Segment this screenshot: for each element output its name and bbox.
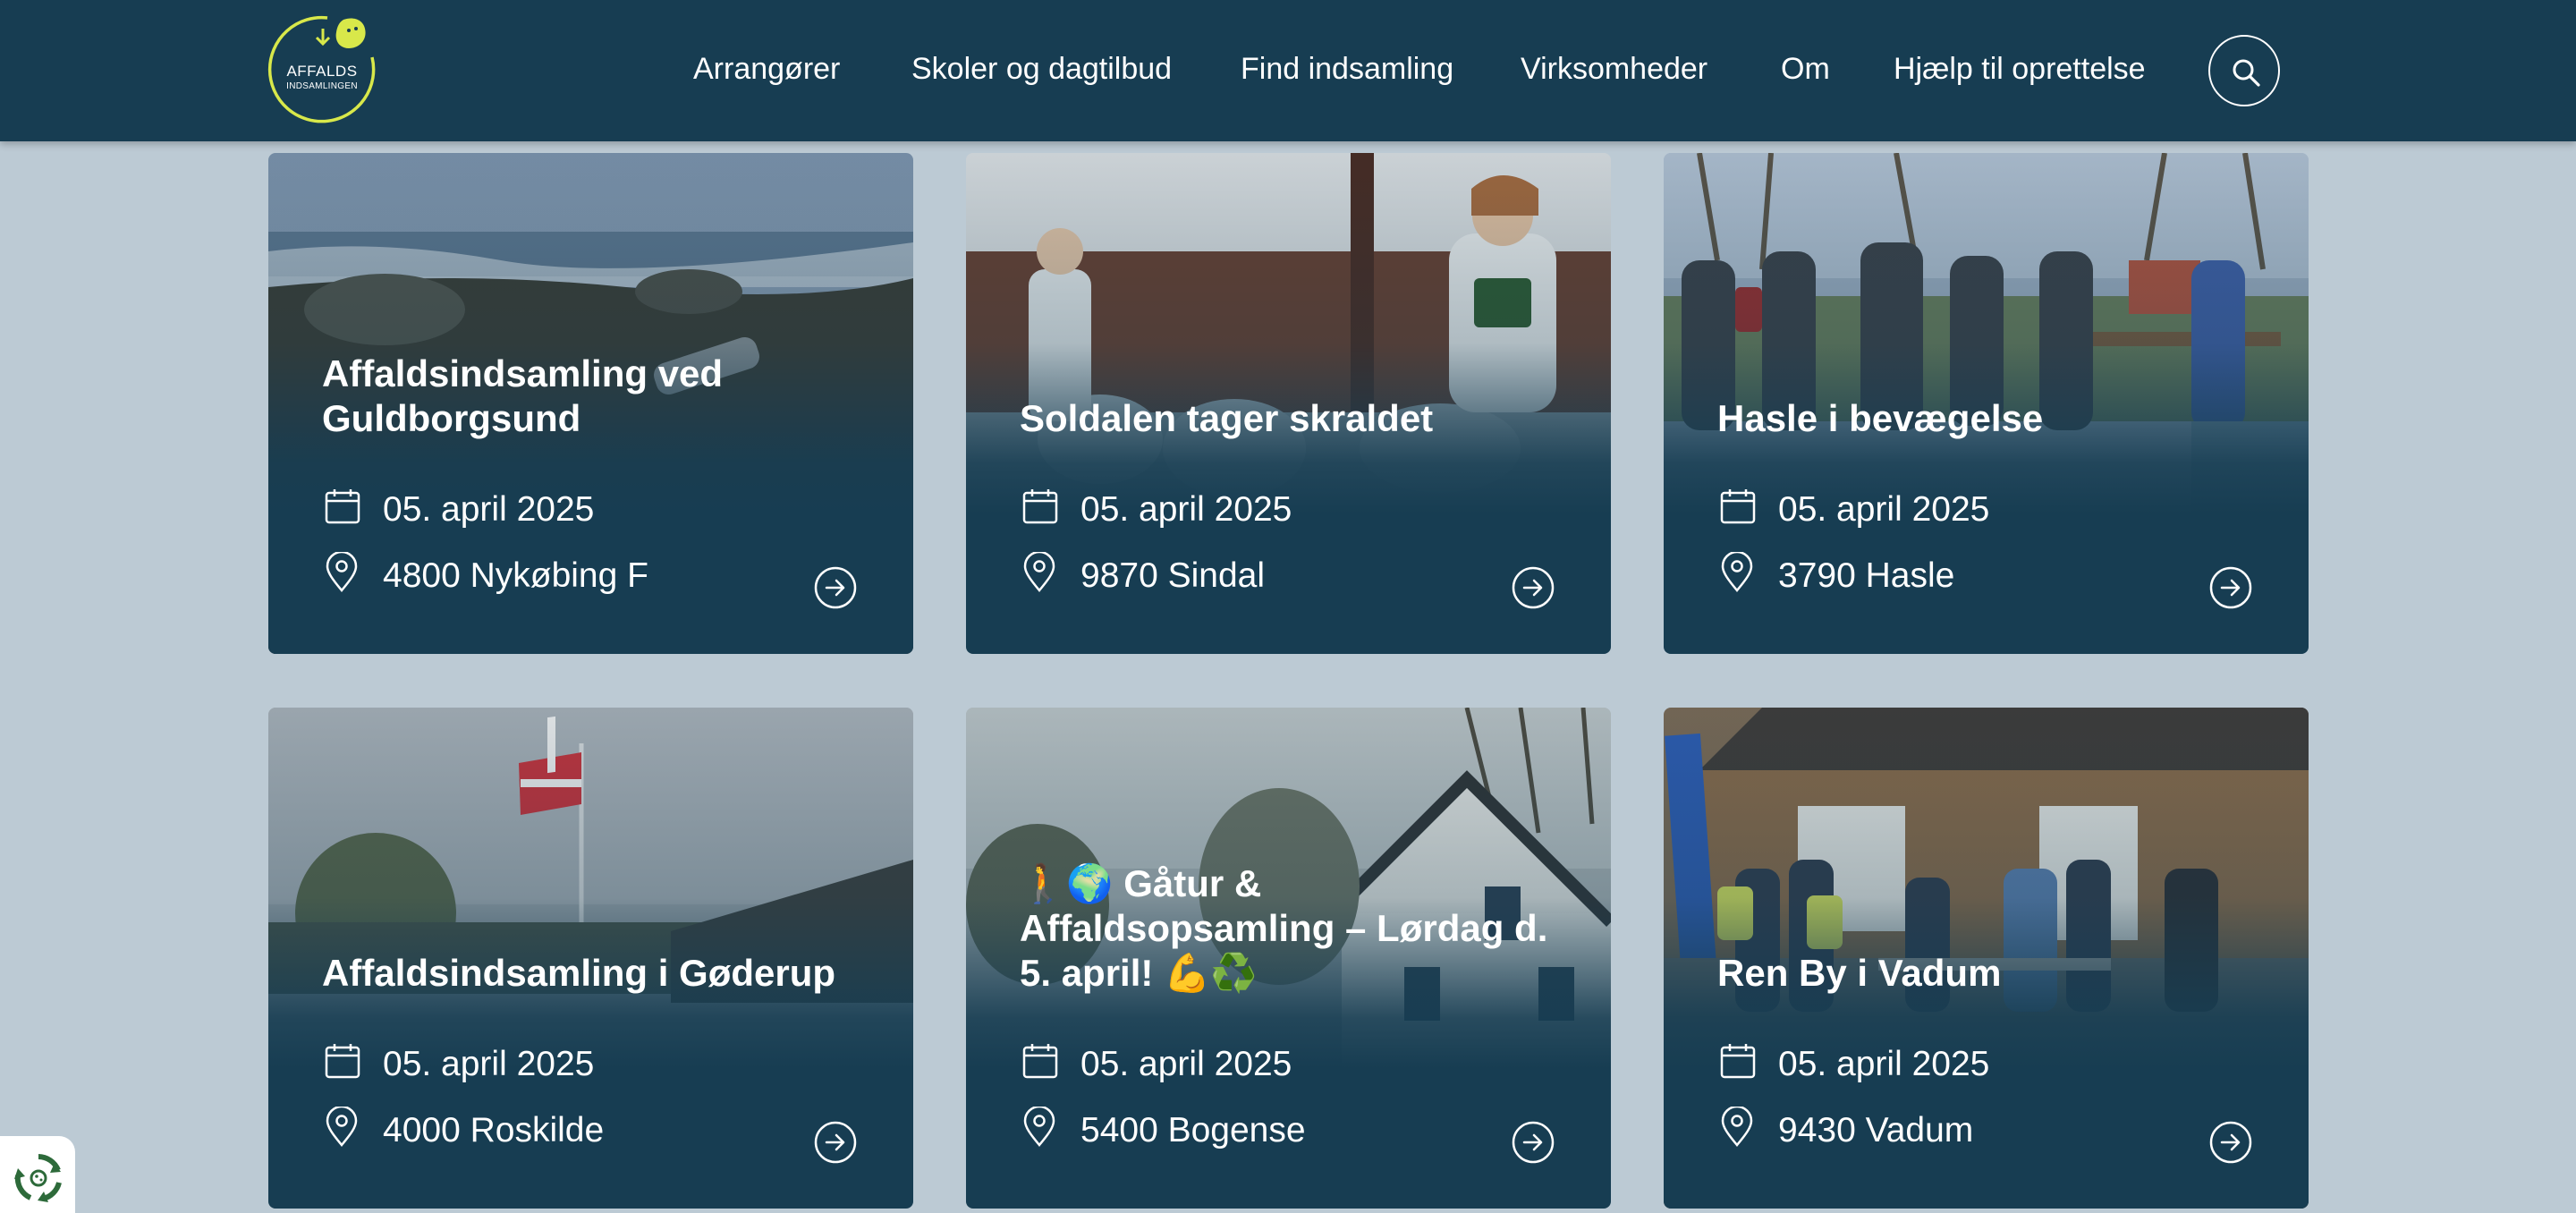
- arrow-circle-right-icon[interactable]: [1512, 566, 1555, 609]
- search-icon: [2233, 59, 2260, 87]
- nav-item-om[interactable]: Om: [1781, 52, 1830, 87]
- event-location: 5400 Bogense: [1080, 1111, 1306, 1149]
- map-pin-icon: [1721, 1107, 1753, 1147]
- event-date: 05. april 2025: [1080, 1045, 1292, 1083]
- calendar-icon: [325, 489, 360, 524]
- event-card[interactable]: Soldalen tager skraldet 05. april 2025 9…: [966, 153, 1611, 654]
- calendar-icon: [1022, 1044, 1058, 1079]
- map-pin-icon: [1023, 552, 1055, 592]
- nav-item-virksomheder[interactable]: Virksomheder: [1521, 52, 1707, 87]
- event-title: Hasle i bevægelse: [1717, 397, 2044, 439]
- nav-item-arrangorer[interactable]: Arrangører: [693, 52, 840, 87]
- event-card[interactable]: 🚶🌍 Gåtur & Affaldsopsamling – Lørdag d. …: [966, 708, 1611, 1209]
- event-title: Soldalen tager skraldet: [1020, 397, 1434, 439]
- event-title: Affaldsindsamling i Gøderup: [322, 952, 836, 994]
- event-date: 05. april 2025: [1778, 1045, 1990, 1083]
- calendar-icon: [325, 1044, 360, 1079]
- event-date: 05. april 2025: [383, 1045, 595, 1083]
- cookie-settings-widget[interactable]: [0, 1136, 75, 1213]
- arrow-circle-right-icon[interactable]: [2209, 566, 2252, 609]
- event-title: Ren By i Vadum: [1717, 952, 2002, 994]
- map-pin-icon: [326, 1107, 358, 1147]
- event-card[interactable]: Affaldsindsamling ved Guldborgsund 05. a…: [268, 153, 913, 654]
- top-navigation-bar: AFFALDS INDSAMLINGEN Arrangører Skoler o…: [0, 0, 2576, 141]
- event-card[interactable]: Ren By i Vadum 05. april 2025 9430 Vadum: [1664, 708, 2309, 1209]
- arrow-circle-right-icon[interactable]: [1512, 1121, 1555, 1164]
- map-pin-icon: [1023, 1107, 1055, 1147]
- event-title: Affaldsindsamling ved Guldborgsund: [322, 352, 724, 439]
- recycle-icon: [14, 1154, 62, 1202]
- nav-item-skoler-og-dagtilbud[interactable]: Skoler og dagtilbud: [911, 52, 1172, 87]
- event-location: 4000 Roskilde: [383, 1111, 605, 1149]
- event-location: 9430 Vadum: [1778, 1111, 1974, 1149]
- nav-item-hjaelp-til-oprettelse[interactable]: Hjælp til oprettelse: [1894, 52, 2146, 87]
- map-pin-icon: [326, 552, 358, 592]
- event-location: 4800 Nykøbing F: [383, 556, 648, 595]
- arrow-circle-right-icon[interactable]: [814, 566, 857, 609]
- arrow-circle-right-icon[interactable]: [814, 1121, 857, 1164]
- calendar-icon: [1720, 489, 1756, 524]
- event-date: 05. april 2025: [1778, 490, 1990, 529]
- event-location: 3790 Hasle: [1778, 556, 1955, 595]
- event-card[interactable]: Hasle i bevægelse 05. april 2025 3790 Ha…: [1664, 153, 2309, 654]
- calendar-icon: [1022, 489, 1058, 524]
- event-title: 🚶🌍 Gåtur & Affaldsopsamling – Lørdag d. …: [1020, 862, 1548, 994]
- main-nav: Arrangører Skoler og dagtilbud Find inds…: [0, 0, 2576, 141]
- nav-item-find-indsamling[interactable]: Find indsamling: [1241, 52, 1453, 87]
- event-date: 05. april 2025: [1080, 490, 1292, 529]
- arrow-circle-right-icon[interactable]: [2209, 1121, 2252, 1164]
- map-pin-icon: [1721, 552, 1753, 592]
- calendar-icon: [1720, 1044, 1756, 1079]
- search-button[interactable]: [2208, 35, 2280, 106]
- event-card[interactable]: Affaldsindsamling i Gøderup 05. april 20…: [268, 708, 913, 1209]
- event-location: 9870 Sindal: [1080, 556, 1266, 595]
- event-date: 05. april 2025: [383, 490, 595, 529]
